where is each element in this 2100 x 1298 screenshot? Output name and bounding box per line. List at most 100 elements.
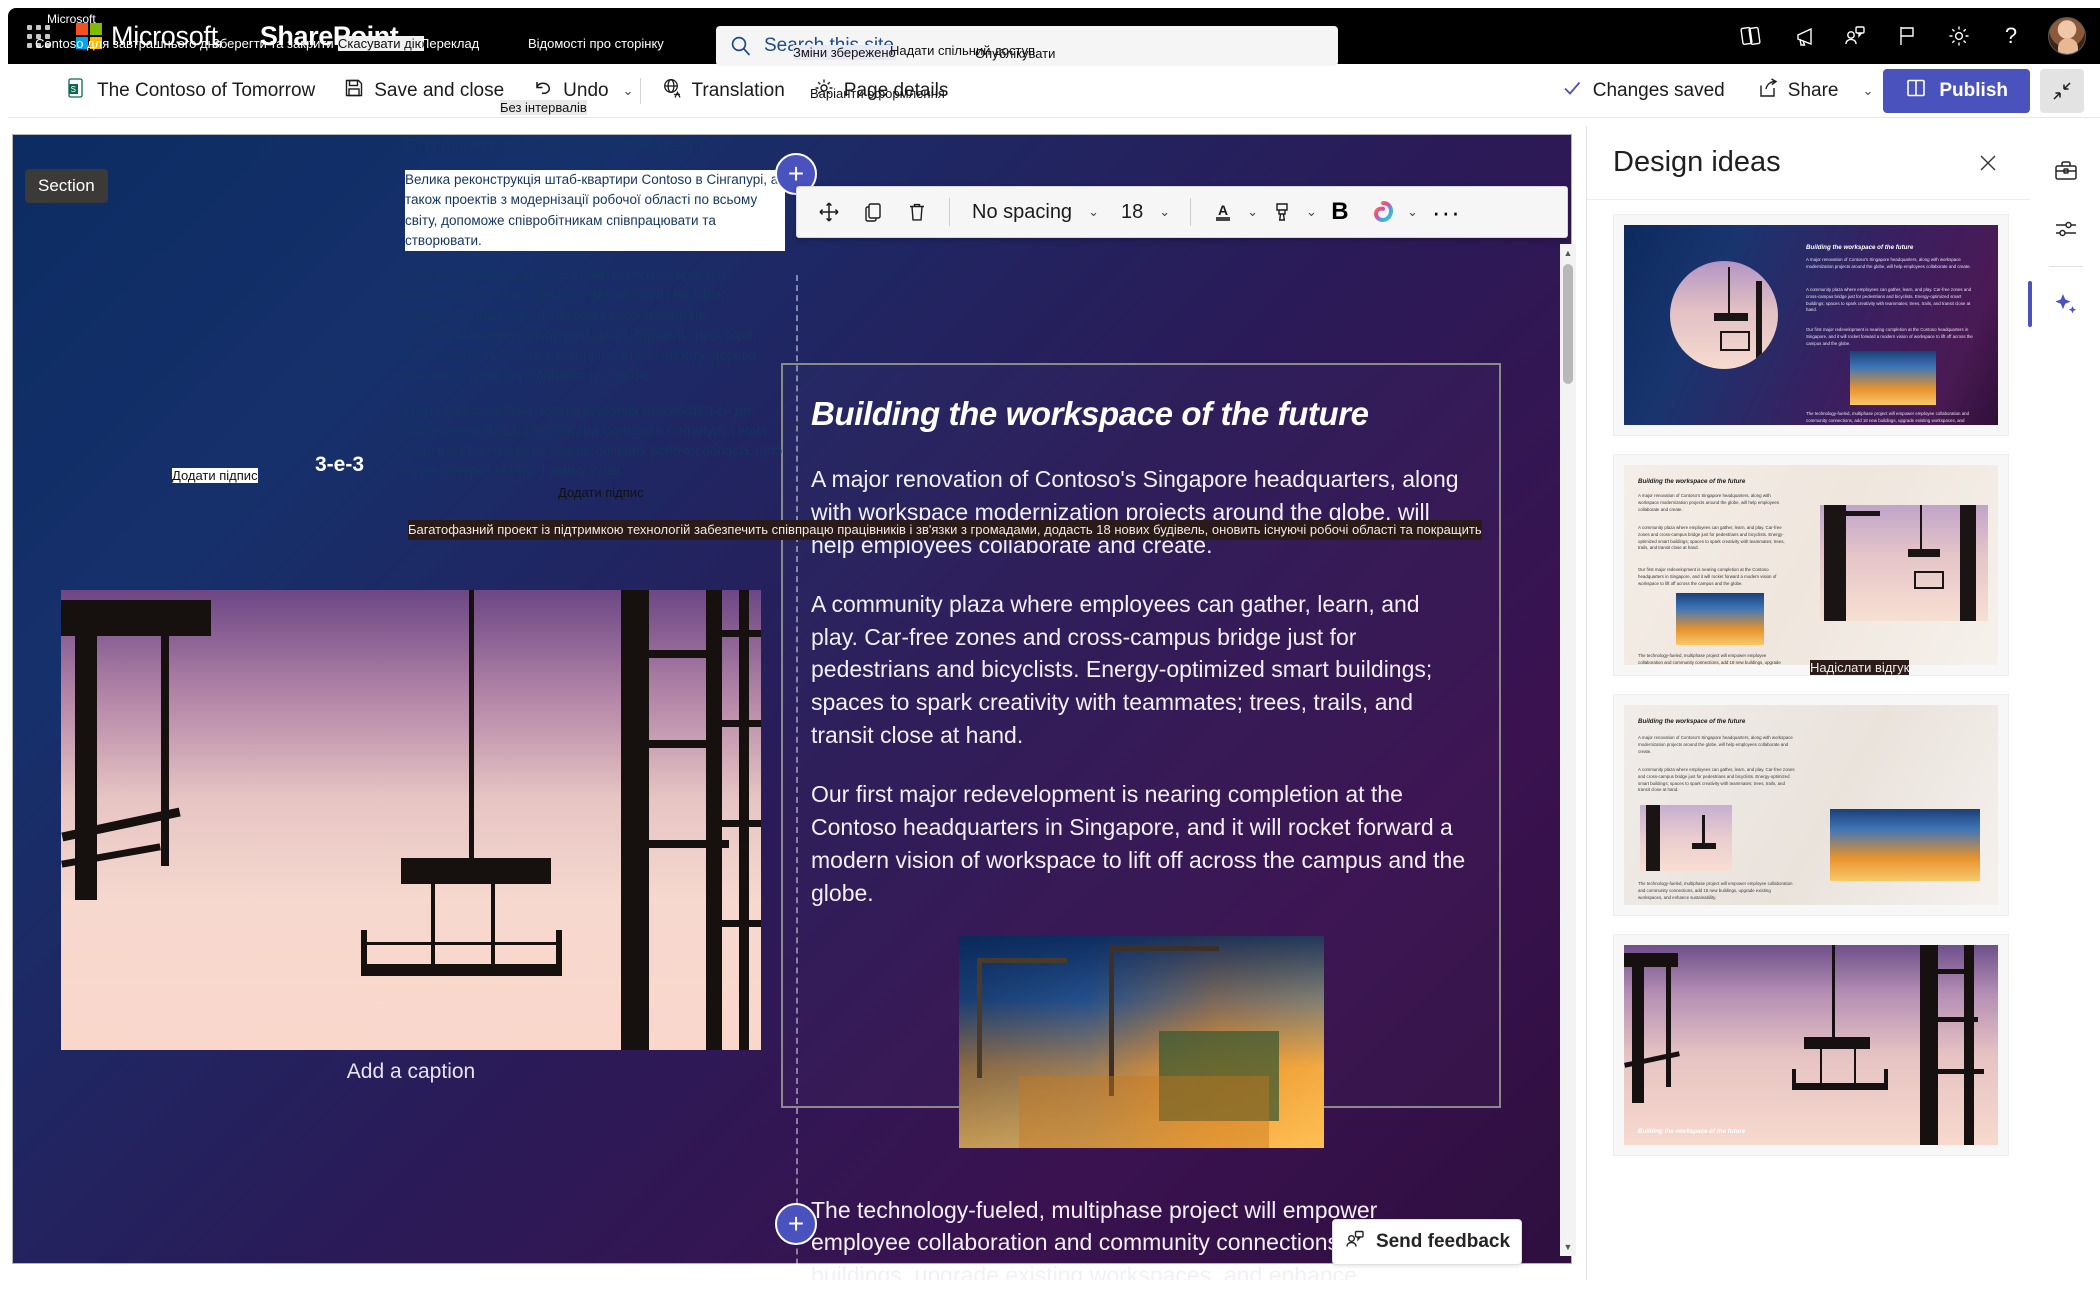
design-idea-light-split[interactable]: Building the workspace of the future A m…: [1613, 694, 2009, 916]
canvas-scrollbar[interactable]: ▲ ▼: [1560, 244, 1576, 1256]
text-webpart[interactable]: Building the workspace of the future A m…: [781, 363, 1501, 1280]
chevron-down-icon: ⌄: [1088, 204, 1099, 219]
checkmark-icon: [1561, 77, 1583, 105]
close-panel-button[interactable]: [1970, 145, 2006, 181]
toolbox-icon[interactable]: [2039, 144, 2093, 198]
undo-chevron-down-icon[interactable]: ⌄: [623, 83, 634, 99]
design-idea-circle-left[interactable]: Building the workspace of the future A m…: [1613, 214, 2009, 436]
idea-body: A community plaza where employees can ga…: [1806, 287, 1972, 313]
tab-switch-icon[interactable]: [1728, 13, 1774, 59]
hero-image-caption[interactable]: Add a caption: [61, 1060, 761, 1084]
publish-button[interactable]: Publish: [1883, 68, 2030, 113]
flag-icon[interactable]: [1884, 13, 1930, 59]
bold-button[interactable]: B: [1321, 198, 1359, 226]
add-section-button-bottom[interactable]: +: [775, 1203, 817, 1245]
page-title-button[interactable]: S The Contoso of Tomorrow: [52, 70, 329, 112]
design-idea-full-image[interactable]: Building the workspace of the future: [1613, 934, 2009, 1156]
translation-overlay-paragraph: Велика реконструкція штаб-квартири Conto…: [405, 170, 785, 251]
page-section[interactable]: Section 3-e-3 Add a caption Building the…: [12, 134, 1572, 1280]
highlight-chevron-down-icon[interactable]: ⌄: [1306, 204, 1317, 220]
paragraph-style-select[interactable]: No spacing ⌄: [962, 192, 1107, 232]
translation-label: Translation: [691, 79, 785, 101]
megaphone-icon[interactable]: [1780, 13, 1826, 59]
sliders-icon[interactable]: [2039, 202, 2093, 256]
hero-image[interactable]: [61, 590, 761, 1050]
design-ideas-sparkle-icon[interactable]: [2027, 277, 2093, 331]
scroll-up-icon[interactable]: ▲: [1560, 244, 1576, 262]
copilot-chevron-down-icon[interactable]: ⌄: [1407, 204, 1418, 220]
app-launcher-icon[interactable]: [14, 12, 62, 60]
microsoft-logo[interactable]: Microsoft: [76, 21, 218, 52]
save-and-close-label: Save and close: [374, 79, 505, 101]
command-bar-right: Changes saved Share ⌄ Publish: [1553, 68, 2084, 113]
font-size-select[interactable]: 18 ⌄: [1111, 192, 1178, 232]
microsoft-logo-squares: [76, 23, 102, 49]
design-ideas-list[interactable]: Building the workspace of the future A m…: [1587, 200, 2030, 1280]
right-icon-rail: [2027, 126, 2100, 1280]
highlight-color-icon[interactable]: [1262, 192, 1302, 232]
idea-thumb-image: [1850, 351, 1936, 405]
translation-overlay-paragraph: Наша перша велика перепланування наближа…: [405, 402, 783, 479]
paragraph-style-value: No spacing: [972, 200, 1073, 223]
font-color-icon[interactable]: A: [1203, 192, 1243, 232]
feedback-person-icon: [1344, 1228, 1366, 1256]
svg-text:S: S: [71, 85, 76, 94]
page-details-icon: [813, 77, 835, 105]
webpart-heading[interactable]: Building the workspace of the future: [811, 395, 1471, 433]
scroll-down-icon[interactable]: ▼: [1560, 1238, 1576, 1256]
design-ideas-panel: Design ideas Building the workspace of t…: [1586, 126, 2030, 1280]
publish-icon: [1905, 77, 1927, 105]
design-idea-light-right[interactable]: Building the workspace of the future A m…: [1613, 454, 2009, 676]
copilot-icon[interactable]: [1363, 192, 1403, 232]
more-options-button[interactable]: ···: [1422, 197, 1471, 228]
text-formatting-toolbar: No spacing ⌄ 18 ⌄ A ⌄ ⌄ B ⌄ ···: [796, 186, 1568, 238]
command-divider: [639, 77, 641, 104]
translation-overlay-title: Створення робочої області майбутнього: [405, 137, 704, 154]
svg-text:A: A: [1218, 202, 1228, 218]
scrollbar-thumb[interactable]: [1563, 264, 1573, 384]
idea-heading: Building the workspace of the future: [1638, 478, 1746, 485]
undo-button[interactable]: Undo: [518, 70, 622, 112]
design-ideas-header: Design ideas: [1587, 126, 2030, 200]
share-chevron-down-icon[interactable]: ⌄: [1862, 83, 1873, 99]
idea-heading: Building the workspace of the future: [1638, 1128, 1746, 1136]
search-placeholder: Search this site: [764, 35, 894, 56]
font-color-chevron-down-icon[interactable]: ⌄: [1247, 204, 1258, 220]
delete-icon[interactable]: [897, 192, 937, 232]
duplicate-icon[interactable]: [853, 192, 893, 232]
move-handle-icon[interactable]: [809, 192, 849, 232]
section-label-badge[interactable]: Section: [25, 169, 108, 203]
idea-body: Our first major redevelopment is nearing…: [1806, 327, 1973, 346]
design-ideas-title: Design ideas: [1613, 146, 1781, 178]
font-size-value: 18: [1120, 200, 1144, 223]
page-canvas: Section 3-e-3 Add a caption Building the…: [8, 118, 1580, 1280]
page-details-button[interactable]: Page details: [799, 70, 963, 112]
translation-button[interactable]: Translation: [647, 70, 799, 112]
user-avatar[interactable]: [2048, 17, 2086, 55]
collapse-ribbon-button[interactable]: [2040, 68, 2084, 113]
inline-image[interactable]: [958, 935, 1324, 1148]
suite-actions: ?: [1728, 8, 2086, 64]
send-feedback-button[interactable]: Send feedback: [1332, 1219, 1522, 1265]
undo-label: Undo: [563, 79, 609, 101]
sharepoint-page-icon: S: [66, 77, 88, 105]
help-icon[interactable]: ?: [1988, 13, 2034, 59]
search-icon: [730, 35, 752, 57]
webpart-paragraph[interactable]: Our first major redevelopment is nearing…: [811, 778, 1471, 910]
page-details-label: Page details: [843, 79, 949, 101]
sharepoint-wordmark[interactable]: SharePoint: [260, 21, 399, 52]
webpart-paragraph[interactable]: A community plaza where employees can ga…: [811, 588, 1471, 752]
chevron-down-icon: ⌄: [1159, 204, 1171, 219]
feedback-person-icon[interactable]: [1832, 13, 1878, 59]
idea-body: The technology-fueled, multiphase projec…: [1638, 881, 1793, 900]
share-button[interactable]: Share: [1743, 70, 1853, 112]
toolbar-divider: [949, 198, 950, 226]
save-and-close-button[interactable]: Save and close: [329, 70, 518, 112]
svg-text:?: ?: [2005, 23, 2017, 48]
gear-icon[interactable]: [1936, 13, 1982, 59]
rail-divider: [2048, 266, 2083, 267]
idea-body: A community plaza where employees can ga…: [1638, 767, 1795, 793]
search-input[interactable]: Search this site: [716, 26, 1338, 66]
microsoft-wordmark: Microsoft: [111, 20, 218, 51]
webpart-paragraph[interactable]: A major renovation of Contoso's Singapor…: [811, 463, 1471, 562]
